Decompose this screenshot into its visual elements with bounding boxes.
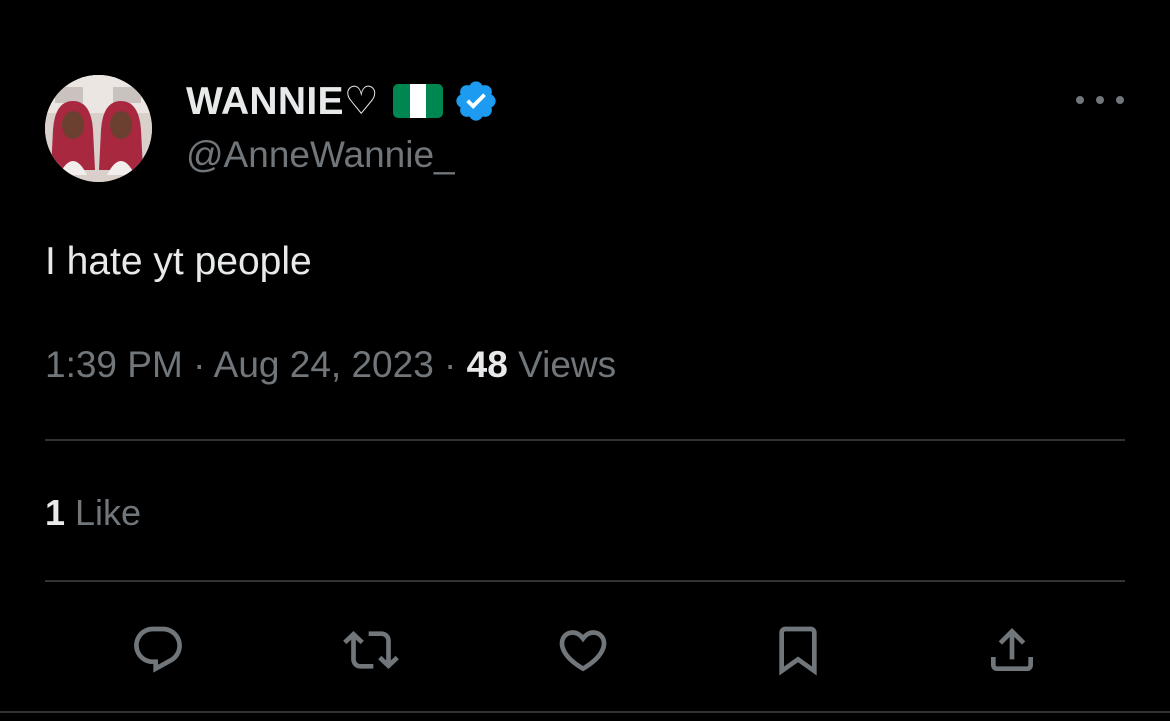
divider <box>45 580 1125 582</box>
retweet-button[interactable] <box>341 620 401 680</box>
views-count[interactable]: 48 <box>467 344 508 385</box>
meta-separator: · <box>433 344 467 385</box>
like-button[interactable] <box>553 620 613 680</box>
tweet-date[interactable]: Aug 24, 2023 <box>214 344 434 385</box>
tweet-time[interactable]: 1:39 PM <box>45 344 183 385</box>
author-handle[interactable]: @AnneWannie_ <box>186 134 455 176</box>
bookmark-icon <box>779 626 817 676</box>
like-icon <box>559 630 607 672</box>
reply-button[interactable] <box>128 620 188 680</box>
share-icon <box>991 628 1033 671</box>
reply-icon <box>134 626 182 673</box>
avatar-image <box>45 75 152 182</box>
meta-separator: · <box>182 344 214 385</box>
more-dot-icon <box>1116 96 1124 104</box>
divider <box>0 711 1170 713</box>
more-options-button[interactable] <box>1076 85 1124 115</box>
author-name-row: WANNIE♡ <box>186 78 499 124</box>
bookmark-button[interactable] <box>768 620 828 680</box>
nigeria-flag-icon <box>393 84 444 118</box>
author-display-name[interactable]: WANNIE♡ <box>186 79 379 124</box>
share-button[interactable] <box>982 620 1042 680</box>
views-label[interactable]: Views <box>508 344 616 385</box>
divider <box>45 439 1125 441</box>
avatar[interactable] <box>45 75 152 182</box>
likes-count: 1 <box>45 492 66 533</box>
retweet-icon <box>343 631 399 669</box>
likes-link[interactable]: 1 Like <box>45 492 141 534</box>
likes-label: Like <box>65 492 142 533</box>
more-dot-icon <box>1096 96 1104 104</box>
more-dot-icon <box>1076 96 1084 104</box>
verified-badge-icon[interactable] <box>453 78 499 124</box>
tweet-detail: WANNIE♡ @AnneWannie_ I hate yt people 1:… <box>0 0 1170 721</box>
tweet-text: I hate yt people <box>45 240 312 283</box>
tweet-meta: 1:39 PM · Aug 24, 2023 · 48 Views <box>45 344 616 386</box>
